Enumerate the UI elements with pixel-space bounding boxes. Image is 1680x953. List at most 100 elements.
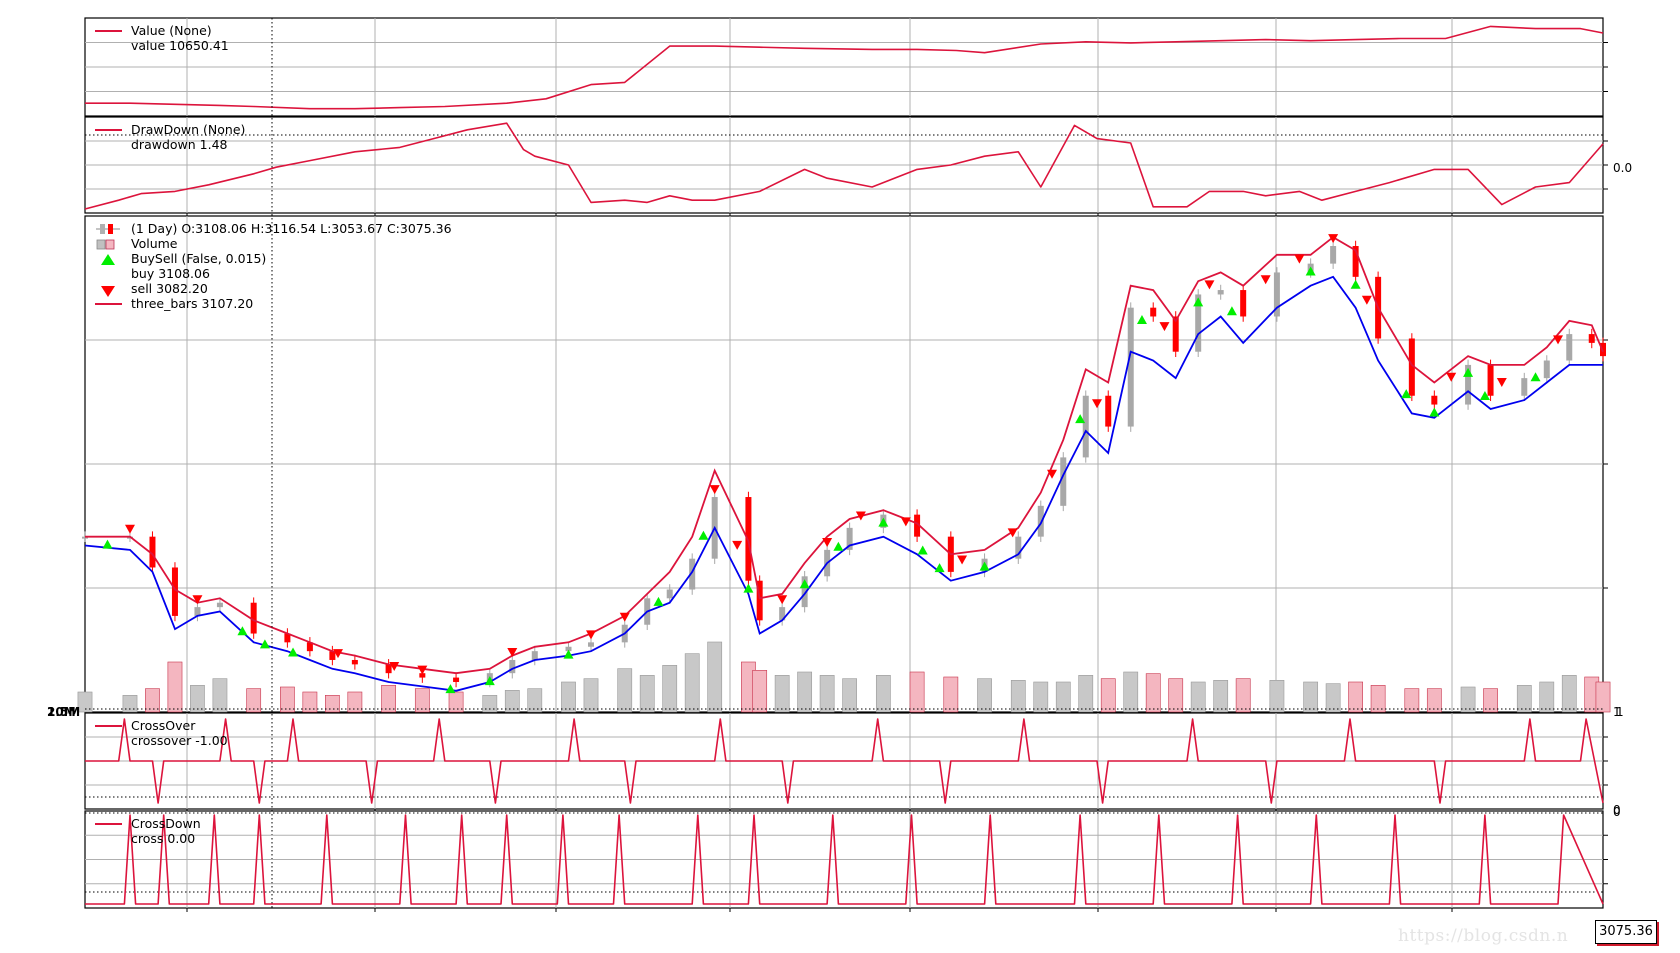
value-line (85, 25, 1604, 110)
sell-marker (822, 537, 833, 547)
candle-body (1521, 378, 1528, 396)
volume-bar (1269, 680, 1285, 713)
last-price-tag: 3075.36 (1595, 920, 1657, 944)
candle-body (1240, 290, 1247, 317)
volume-bar (977, 678, 992, 713)
buy-marker (1429, 407, 1440, 417)
drawdown-line (84, 122, 1604, 210)
candle-body (1330, 246, 1337, 264)
candle-body (385, 664, 392, 674)
candle-body (1082, 395, 1089, 458)
buy-marker (1193, 297, 1204, 307)
legend-entry: CrossDown (131, 816, 201, 831)
candle-body (1127, 307, 1134, 427)
buy-marker (1350, 279, 1361, 289)
volume-bar (1303, 681, 1319, 713)
legend-entry: BuySell (False, 0.015) (131, 251, 266, 266)
legend-entry: CrossOver (131, 718, 196, 733)
sell-marker (1361, 295, 1372, 305)
legend-entry: drawdown 1.48 (131, 137, 228, 152)
panel-crossdown: CrossDowncross 0.00 0 (84, 805, 1621, 912)
candle-body (1037, 505, 1044, 537)
legend-entry: three_bars 3107.20 (131, 296, 253, 311)
candle-body (1566, 334, 1573, 361)
volume-bar (774, 675, 790, 713)
candle-body (531, 651, 538, 660)
legend-entry: sell 3082.20 (131, 281, 208, 296)
buy-marker (237, 626, 248, 636)
panel-value: Value (None)value 10650.41 (84, 17, 1608, 120)
right-tick-label: 1 (1616, 705, 1624, 719)
candle-body (588, 642, 594, 647)
sell-marker (1294, 254, 1305, 264)
sell-marker (507, 648, 518, 658)
candle-body (666, 589, 673, 599)
watermark-text: https://blog.csdn.n (1398, 926, 1569, 946)
triangle-down-icon (101, 286, 115, 297)
buy-marker (934, 563, 945, 573)
volume-icon (105, 239, 115, 250)
three-bars-upper-line (85, 236, 1604, 675)
candle-body (509, 659, 516, 674)
candle-body (1105, 395, 1112, 427)
backtrader-plot: Value (None)value 10650.41DrawDown (None… (47, 17, 1632, 912)
volume-bar (617, 668, 633, 713)
buy-marker (833, 541, 844, 551)
ohlc-icon (100, 224, 105, 234)
buy-marker (799, 579, 810, 589)
candle-body (1543, 360, 1550, 379)
sell-marker (1446, 372, 1457, 382)
candle-body (453, 677, 460, 682)
volume-bar (1055, 681, 1071, 713)
legend-entry: cross 0.00 (131, 831, 195, 846)
legend-entry: value 10650.41 (131, 38, 229, 53)
volume-bar (842, 678, 857, 713)
sell-marker (124, 524, 135, 534)
panel-drawdown: DrawDown (None)drawdown 1.48 0.0 (84, 116, 1632, 217)
volume-bar (1010, 680, 1026, 713)
drawdown-right-tick-label: 0.0 (1613, 161, 1632, 175)
candle-body (1431, 395, 1438, 405)
volume-bar (1370, 685, 1386, 713)
crossdown-right-tick-label: 0 (1613, 805, 1621, 819)
candle-body (1217, 290, 1224, 295)
volume-bar (561, 681, 576, 713)
panel-price: (1 Day) O:3108.06 H:3116.54 L:3053.67 C:… (47, 215, 1624, 719)
legend-entry: Value (None) (131, 23, 212, 38)
sell-marker (1159, 322, 1170, 332)
sell-marker (957, 555, 968, 565)
volume-bar (212, 678, 228, 713)
volume-bar (1213, 680, 1229, 713)
ohlc-icon (108, 224, 113, 234)
volume-bar (909, 671, 925, 713)
legend-entry: buy 3108.06 (131, 266, 210, 281)
volume-bar (819, 675, 835, 713)
candle-body (1150, 307, 1157, 317)
legend-entry: (1 Day) O:3108.06 H:3116.54 L:3053.67 C:… (131, 221, 452, 236)
volume-bar (1460, 686, 1476, 713)
candle-body (1487, 364, 1494, 396)
candle-body (351, 659, 358, 665)
volume-bar (1190, 681, 1206, 713)
sell-marker (777, 595, 788, 605)
buy-marker (1463, 367, 1474, 377)
volume-bar (639, 675, 655, 713)
volume-bar (943, 676, 959, 713)
volume-bar (797, 671, 813, 713)
volume-bar (684, 653, 700, 713)
legend-entry: Volume (131, 236, 178, 251)
volume-bar (1145, 673, 1161, 713)
buy-marker (1136, 315, 1147, 324)
volume-bar (1404, 688, 1420, 713)
panel-crossover: CrossOvercrossover -1.00 0 (84, 712, 1621, 817)
left-tick-label: 10M (47, 705, 76, 719)
volume-bar (1078, 675, 1094, 713)
volume-bar (280, 686, 295, 713)
sell-marker (1092, 399, 1102, 409)
three-bars-lower-line (84, 275, 1603, 692)
volume-bar (1516, 685, 1532, 713)
buy-marker (102, 539, 113, 549)
sell-marker (900, 517, 911, 527)
volume-bar (1595, 681, 1611, 713)
volume-bar (662, 665, 678, 713)
